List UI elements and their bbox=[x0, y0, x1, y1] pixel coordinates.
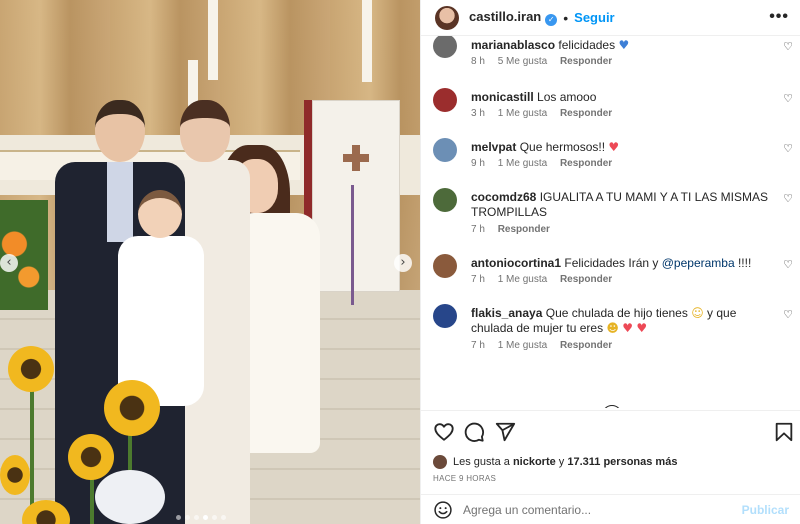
comment-input[interactable] bbox=[463, 502, 742, 517]
avatar[interactable] bbox=[433, 138, 457, 162]
cross-icon bbox=[343, 145, 369, 171]
add-comment-bar: Publicar bbox=[421, 494, 800, 524]
post-header: castillo.iran ✓ • Seguir ••• bbox=[421, 0, 800, 36]
comment-time: 7 h bbox=[471, 340, 485, 351]
comment-username[interactable]: antoniocortina1 bbox=[471, 256, 561, 270]
sunflower bbox=[0, 455, 30, 495]
like-comment-icon[interactable]: ♡ bbox=[783, 308, 793, 321]
comment-text: Que hermosos!! bbox=[519, 140, 606, 154]
comment-time: 7 h bbox=[471, 274, 485, 285]
comment-text: Felicidades Irán y bbox=[564, 256, 659, 270]
comment-likes[interactable]: 1 Me gusta bbox=[498, 108, 547, 119]
comment-username[interactable]: cocomdz68 bbox=[471, 190, 536, 204]
comment-text-suffix: !!!! bbox=[734, 256, 752, 270]
comment-username[interactable]: melvpat bbox=[471, 140, 516, 154]
like-comment-icon[interactable]: ♡ bbox=[783, 40, 793, 53]
like-comment-icon[interactable]: ♡ bbox=[783, 258, 793, 271]
likes-summary[interactable]: Les gusta a nickorte y 17.311 personas m… bbox=[433, 455, 677, 469]
avatar[interactable] bbox=[433, 254, 457, 278]
lectern-banner bbox=[312, 100, 400, 305]
comment-icon[interactable] bbox=[463, 421, 485, 443]
carousel-dots bbox=[176, 515, 226, 520]
post-username[interactable]: castillo.iran ✓ bbox=[469, 9, 558, 26]
avatar[interactable] bbox=[435, 5, 459, 30]
send-icon[interactable] bbox=[494, 421, 516, 443]
smile-emoji-icon: ☺ bbox=[691, 306, 704, 320]
heart-outline-icon[interactable] bbox=[433, 421, 455, 443]
emoji-icon[interactable] bbox=[433, 500, 453, 520]
avatar[interactable] bbox=[433, 88, 457, 112]
candle bbox=[208, 0, 218, 80]
avatar[interactable] bbox=[433, 36, 457, 58]
separator: • bbox=[563, 9, 569, 26]
like-comment-icon[interactable]: ♡ bbox=[783, 142, 793, 155]
avatar[interactable] bbox=[433, 304, 457, 328]
more-options-icon[interactable]: ••• bbox=[769, 8, 789, 26]
comment-likes[interactable]: 5 Me gusta bbox=[498, 56, 547, 67]
reply-button[interactable]: Responder bbox=[498, 224, 550, 235]
carousel-dot[interactable] bbox=[194, 515, 199, 520]
red-heart-icon: ♥ bbox=[622, 321, 634, 335]
carousel-dot[interactable] bbox=[221, 515, 226, 520]
red-heart-icon: ♥ bbox=[608, 140, 620, 154]
comment-text: Los amooo bbox=[537, 90, 597, 104]
white-flowers bbox=[95, 470, 165, 524]
comment-time: 3 h bbox=[471, 108, 485, 119]
reply-button[interactable]: Responder bbox=[560, 158, 612, 169]
comment-text: Que chulada de hijo tienes bbox=[545, 306, 688, 320]
post-timestamp[interactable]: HACE 9 HORAS bbox=[433, 474, 496, 483]
publish-button[interactable]: Publicar bbox=[742, 503, 789, 517]
mention-link[interactable]: @peperamba bbox=[662, 256, 735, 270]
carousel-dot[interactable] bbox=[176, 515, 181, 520]
reply-button[interactable]: Responder bbox=[560, 108, 612, 119]
avatar[interactable] bbox=[433, 188, 457, 212]
comment-time: 9 h bbox=[471, 158, 485, 169]
comment-time: 7 h bbox=[471, 224, 485, 235]
sunflower bbox=[8, 346, 54, 392]
carousel-dot[interactable] bbox=[185, 515, 190, 520]
post-actions: Les gusta a nickorte y 17.311 personas m… bbox=[421, 410, 800, 490]
likes-count[interactable]: 17.311 personas más bbox=[567, 456, 677, 468]
liker-username[interactable]: nickorte bbox=[513, 456, 556, 468]
blue-heart-icon: ♥ bbox=[618, 38, 630, 52]
comment-time: 8 h bbox=[471, 56, 485, 67]
sunflower bbox=[104, 380, 160, 436]
carousel-dot[interactable] bbox=[212, 515, 217, 520]
comment-likes[interactable]: 1 Me gusta bbox=[498, 274, 547, 285]
red-heart-icon: ♥ bbox=[636, 321, 648, 335]
person-emoji-icon: ☻ bbox=[606, 321, 619, 335]
comment-text: felicidades bbox=[558, 38, 616, 52]
avatar bbox=[433, 455, 447, 469]
comment-username[interactable]: marianablasco bbox=[471, 38, 555, 52]
person-baby bbox=[108, 190, 208, 410]
carousel-dot[interactable] bbox=[203, 515, 208, 520]
comment-likes[interactable]: 1 Me gusta bbox=[498, 158, 547, 169]
candle bbox=[362, 0, 372, 82]
post-details-panel: castillo.iran ✓ • Seguir ••• marianablasc… bbox=[420, 0, 800, 524]
previous-arrow-icon[interactable]: ‹ bbox=[0, 254, 18, 272]
like-comment-icon[interactable]: ♡ bbox=[783, 192, 793, 205]
comment-username[interactable]: monicastill bbox=[471, 90, 534, 104]
bookmark-icon[interactable] bbox=[773, 421, 795, 443]
comments-list[interactable]: marianablasco felicidades ♥ 8 h 5 Me gus… bbox=[421, 36, 800, 408]
next-arrow-icon[interactable]: › bbox=[394, 254, 412, 272]
reply-button[interactable]: Responder bbox=[560, 56, 612, 67]
follow-button[interactable]: Seguir bbox=[574, 10, 614, 25]
reply-button[interactable]: Responder bbox=[560, 274, 612, 285]
reply-button[interactable]: Responder bbox=[560, 340, 612, 351]
comment-likes[interactable]: 1 Me gusta bbox=[498, 340, 547, 351]
comment-username[interactable]: flakis_anaya bbox=[471, 306, 542, 320]
wheat-symbol bbox=[351, 185, 361, 305]
post-photo[interactable]: ‹ › bbox=[0, 0, 420, 524]
load-more-comments-icon[interactable]: + bbox=[602, 405, 622, 408]
verified-badge-icon: ✓ bbox=[545, 14, 558, 26]
like-comment-icon[interactable]: ♡ bbox=[783, 92, 793, 105]
sunflower bbox=[68, 434, 114, 480]
